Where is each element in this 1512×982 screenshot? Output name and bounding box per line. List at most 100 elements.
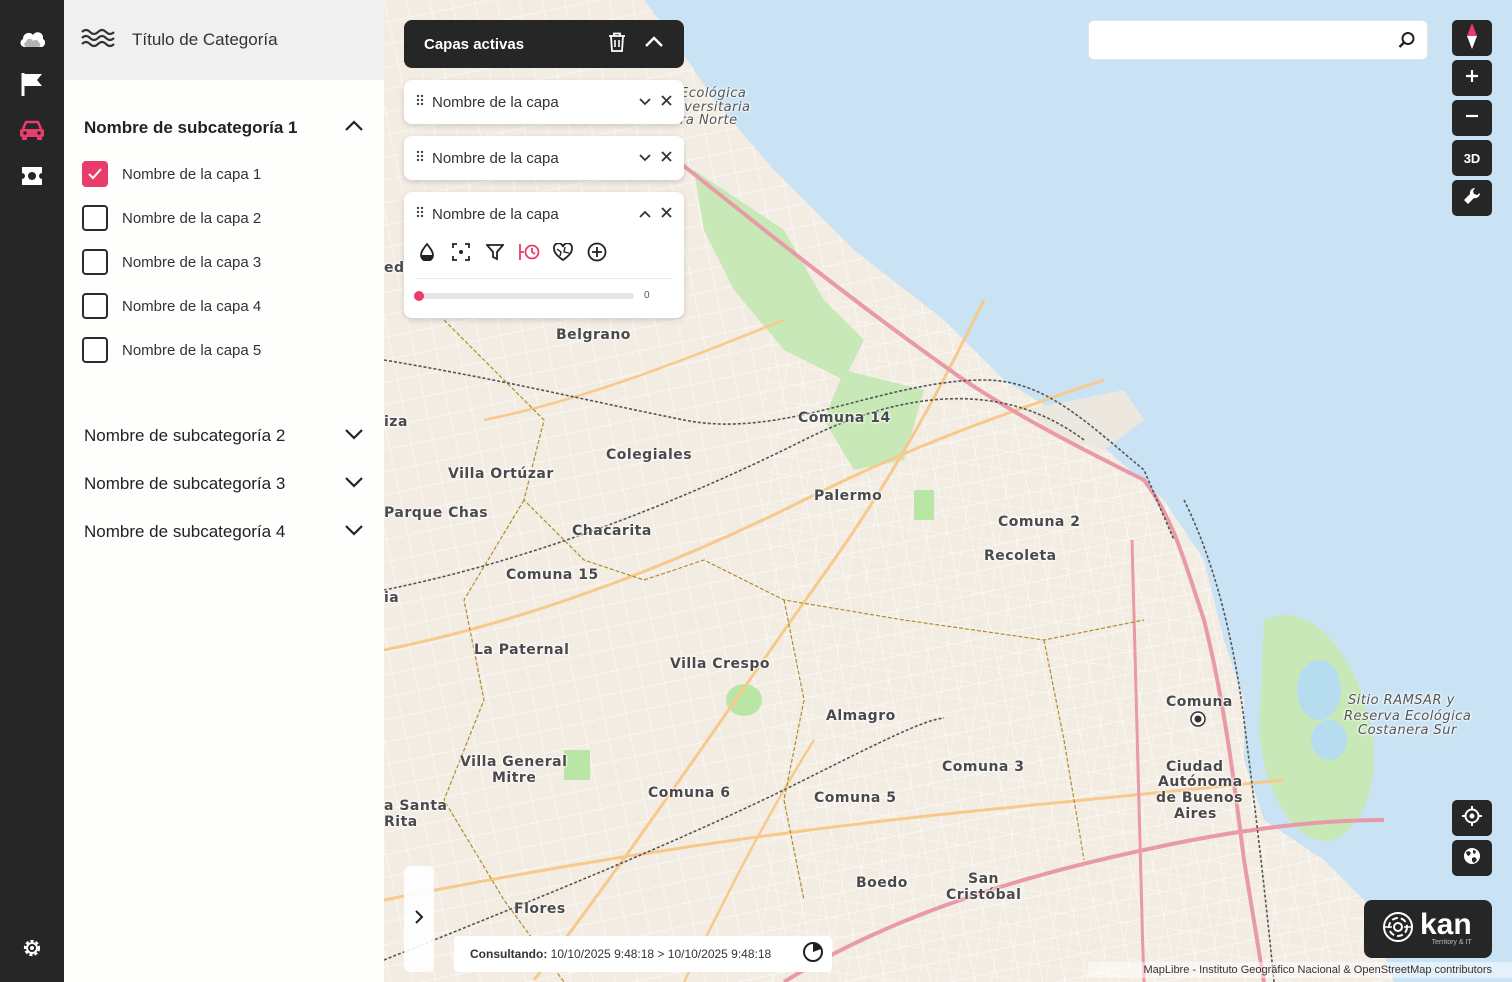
active-layers-title: Capas activas [424,35,525,53]
layer-label: Nombre de la capa 1 [122,165,262,183]
trash-icon[interactable] [608,32,626,57]
active-layer-card-2: Nombre de la capa [404,136,684,180]
3d-label: 3D [1463,150,1481,166]
subcategory-label: Nombre de subcategoría 2 [84,426,286,445]
ticket-icon[interactable] [16,160,48,192]
subcategory-2-header[interactable]: Nombre de subcategoría 2 [84,422,364,450]
search-box [1088,20,1428,60]
gear-icon[interactable] [16,932,48,964]
layer-row-2[interactable]: Nombre de la capa 2 [82,204,261,232]
focus-icon[interactable] [450,241,472,263]
time-query-bar: Consultando: 10/10/2025 9:48:18 > 10/10/… [454,936,832,972]
time-query-text: Consultando: 10/10/2025 9:48:18 > 10/10/… [470,947,771,961]
map-place-label: Boedo [856,875,908,891]
map-place-label: Villa General [460,754,568,770]
opacity-value: 0 [644,290,650,301]
active-layers-header: Capas activas [404,20,684,68]
globe-button[interactable] [1452,840,1492,876]
active-layer-label: Nombre de la capa [432,205,559,223]
flag-icon[interactable] [16,68,48,100]
globe-icon [1463,847,1481,870]
search-icon[interactable] [1387,31,1427,49]
subcategory-label: Nombre de subcategoría 4 [84,522,286,541]
slider-track[interactable] [414,290,634,301]
map-place-label: Palermo [814,488,883,504]
timeline-icon[interactable] [518,241,540,263]
zoom-in-button[interactable] [1452,60,1492,96]
chevron-up-icon[interactable] [344,119,364,137]
waves-icon [80,28,116,53]
category-title: Título de Categoría [132,30,278,49]
map-place-label: Flores [514,901,566,917]
layer-checkbox[interactable] [82,205,108,231]
map-place-label: Ciudad [1166,759,1224,775]
chevron-down-icon[interactable] [344,427,364,445]
left-rail [0,0,64,982]
chevron-down-icon[interactable] [344,475,364,493]
map-place-label: de Buenos [1156,790,1243,806]
map-place-label: Autónoma [1158,774,1243,790]
close-icon[interactable] [661,93,672,111]
subcategory-4-header[interactable]: Nombre de subcategoría 4 [84,518,364,546]
map-attribution: MapLibre - Instituto Geográfico Nacional… [1088,962,1512,978]
map-place-label: ia [384,590,400,606]
chevron-down-icon[interactable] [344,523,364,541]
layer-row-5[interactable]: Nombre de la capa 5 [82,336,261,364]
map-place-label: Parque Chas [384,505,489,521]
map-place-label: Cristóbal [946,887,1022,903]
locate-button[interactable] [1452,800,1492,836]
plus-icon [1465,69,1479,88]
map-place-label: Comuna [1166,694,1233,710]
active-layer-label: Nombre de la capa [432,149,559,167]
compass-button[interactable] [1452,20,1492,56]
map-place-label: La Paternal [474,642,570,658]
car-icon[interactable] [16,114,48,146]
time-query-range: 10/10/2025 9:48:18 > 10/10/2025 9:48:18 [550,947,772,961]
close-icon[interactable] [661,205,672,223]
map-place-label: Costanera Sur [1358,723,1457,738]
subcategory-label: Nombre de subcategoría 3 [84,474,286,493]
chevron-up-icon[interactable] [644,35,664,53]
map-place-label: Colegiales [606,447,693,463]
chevron-down-icon[interactable] [639,93,651,111]
layer-tools [404,236,684,268]
zoom-out-button[interactable] [1452,100,1492,136]
layer-checkbox[interactable] [82,161,108,187]
drag-handle-icon[interactable] [416,149,424,167]
timer-icon[interactable] [802,941,824,968]
layer-checkbox[interactable] [82,249,108,275]
close-icon[interactable] [661,149,672,167]
subcategory-label: Nombre de subcategoría 1 [84,118,298,137]
active-layer-label: Nombre de la capa [432,93,559,111]
subcategory-1-header[interactable]: Nombre de subcategoría 1 [84,114,364,142]
heart-map-icon[interactable] [552,241,574,263]
timeline-expand-button[interactable] [404,866,434,972]
filter-icon[interactable] [484,241,506,263]
map-place-label: Chacarita [572,523,652,539]
slider-thumb[interactable] [414,290,424,301]
cloud-icon[interactable] [16,22,48,54]
drag-handle-icon[interactable] [416,93,424,111]
subcategory-3-header[interactable]: Nombre de subcategoría 3 [84,470,364,498]
active-layer-card-3: Nombre de la capa 0 [404,192,684,318]
layer-row-1[interactable]: Nombre de la capa 1 [82,160,261,188]
add-circle-icon[interactable] [586,241,608,263]
search-input[interactable] [1089,21,1387,59]
drag-handle-icon[interactable] [416,205,424,223]
minus-icon [1465,109,1479,128]
map-place-label: Comuna 2 [998,514,1081,530]
layer-row-3[interactable]: Nombre de la capa 3 [82,248,261,276]
category-panel: Título de Categoría Nombre de subcategor… [64,0,384,982]
layer-label: Nombre de la capa 4 [122,297,262,315]
wrench-icon [1463,187,1481,210]
layer-checkbox[interactable] [82,337,108,363]
tools-button[interactable] [1452,180,1492,216]
opacity-slider[interactable]: 0 [414,278,672,312]
layer-checkbox[interactable] [82,293,108,319]
layer-row-4[interactable]: Nombre de la capa 4 [82,292,261,320]
chevron-up-icon[interactable] [639,205,651,223]
map-place-label: Belgrano [556,327,631,343]
3d-toggle-button[interactable]: 3D [1452,140,1492,176]
drop-icon[interactable] [416,241,438,263]
chevron-down-icon[interactable] [639,149,651,167]
